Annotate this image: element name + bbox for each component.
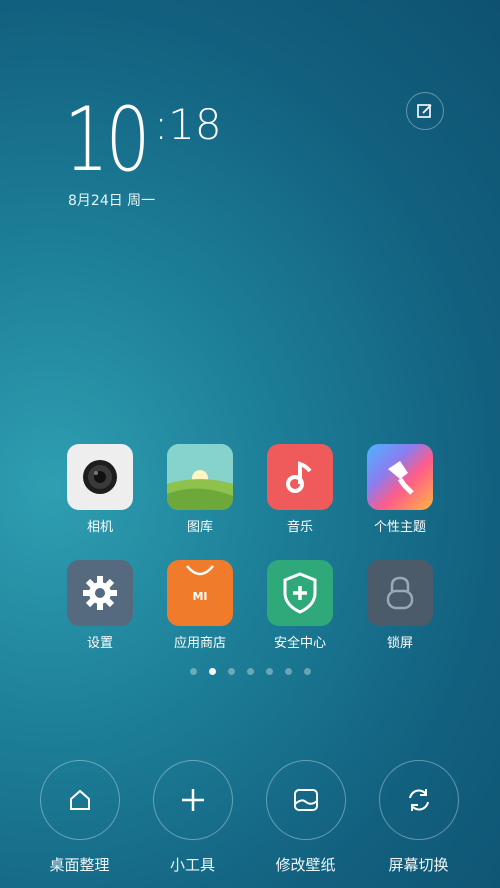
page-dot[interactable]: [227, 668, 235, 675]
app-label: 安全中心: [273, 636, 326, 651]
store-bag-icon: MI: [167, 560, 233, 626]
edit-icon: [417, 104, 432, 118]
clock: 10 :18: [64, 88, 222, 191]
page-dot[interactable]: [265, 668, 273, 675]
gallery-icon: [167, 444, 233, 510]
app-music[interactable]: 音乐: [250, 444, 350, 535]
home-icon: [69, 789, 90, 810]
widgets-button[interactable]: 小工具: [136, 760, 249, 875]
refresh-icon: [408, 789, 429, 811]
screen-switch-button[interactable]: 屏幕切换: [362, 760, 475, 875]
app-label: 锁屏: [386, 636, 413, 651]
app-gallery[interactable]: 图库: [150, 444, 250, 535]
app-label: 个性主题: [373, 520, 426, 535]
page-indicator[interactable]: [0, 668, 500, 675]
wallpaper-button[interactable]: 修改壁纸: [249, 760, 362, 875]
app-label: 应用商店: [173, 636, 226, 651]
app-settings[interactable]: 设置: [50, 560, 150, 651]
tool-label: 桌面整理: [49, 856, 110, 874]
camera-icon: [67, 444, 133, 510]
wallpaper-icon: [293, 789, 318, 811]
app-label: 音乐: [286, 520, 313, 535]
page-dot[interactable]: [303, 668, 311, 675]
plus-icon: [181, 789, 204, 811]
theme-brush-icon: [367, 444, 433, 510]
lock-icon: [367, 560, 433, 626]
tool-label: 修改壁纸: [275, 856, 336, 874]
app-security[interactable]: 安全中心: [250, 560, 350, 651]
clock-hour: 10: [64, 88, 150, 191]
edit-button[interactable]: [406, 92, 444, 130]
app-themes[interactable]: 个性主题: [350, 444, 450, 535]
app-store[interactable]: MI 应用商店: [150, 560, 250, 651]
tool-label: 屏幕切换: [388, 856, 449, 874]
app-label: 设置: [86, 636, 113, 651]
tool-label: 小工具: [169, 856, 215, 874]
app-label: 图库: [186, 520, 213, 535]
music-icon: [267, 444, 333, 510]
desktop-organize-button[interactable]: 桌面整理: [23, 760, 136, 875]
gear-icon: [67, 560, 133, 626]
page-dot[interactable]: [246, 668, 254, 675]
app-label: 相机: [86, 520, 113, 535]
clock-date: 8月24日 周一: [68, 193, 156, 209]
app-camera[interactable]: 相机: [50, 444, 150, 535]
clock-minute: :18: [154, 100, 222, 149]
app-lockscreen[interactable]: 锁屏: [350, 560, 450, 651]
page-dot[interactable]: [189, 668, 197, 675]
shield-plus-icon: [267, 560, 333, 626]
page-dot-active[interactable]: [208, 668, 216, 675]
page-dot[interactable]: [284, 668, 292, 675]
